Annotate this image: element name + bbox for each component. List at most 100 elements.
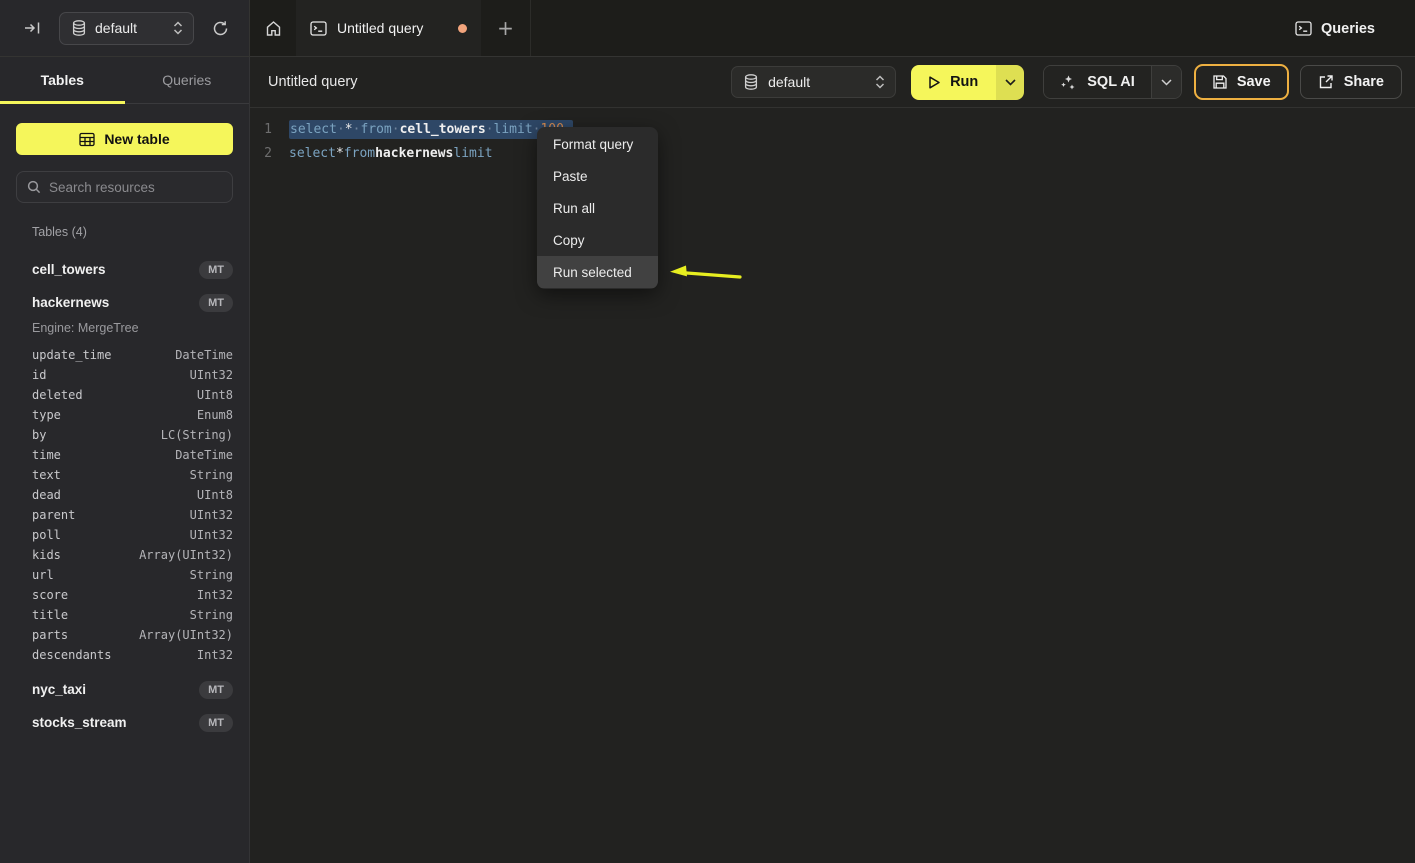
- chevron-updown-icon: [173, 21, 183, 35]
- sparkles-icon: [1060, 74, 1077, 91]
- new-table-button[interactable]: New table: [16, 123, 233, 155]
- save-floppy-icon: [1212, 74, 1228, 90]
- queries-terminal-icon: [1295, 21, 1312, 36]
- new-tab-button[interactable]: +: [497, 18, 514, 38]
- run-options-button[interactable]: [996, 65, 1024, 100]
- table-row-stocks-stream[interactable]: stocks_stream MT: [32, 706, 233, 739]
- column-type: UInt8: [197, 388, 233, 402]
- sql-keyword: limit: [453, 146, 492, 161]
- table-name: hackernews: [32, 295, 199, 310]
- sql-keyword: from: [360, 122, 391, 137]
- code-line-2[interactable]: 2select * from hackernews limit: [250, 141, 1415, 165]
- column-name: update_time: [32, 348, 111, 362]
- refresh-button[interactable]: [208, 16, 233, 41]
- sql-keyword: limit: [494, 122, 533, 137]
- collapse-sidebar-icon: [24, 20, 41, 36]
- query-toolbar: Untitled query default Run: [250, 57, 1415, 108]
- database-icon: [744, 74, 758, 90]
- sql-ai-button[interactable]: SQL AI: [1044, 66, 1151, 98]
- column-type: String: [190, 608, 233, 622]
- search-resources-input[interactable]: [49, 180, 226, 195]
- editor-context-menu: Format query Paste Run all Copy Run sele…: [537, 127, 658, 289]
- whitespace-marker: ·: [337, 122, 345, 137]
- column-row: partsArray(UInt32): [32, 625, 233, 645]
- column-name: by: [32, 428, 46, 442]
- sidebar-tab-tables[interactable]: Tables: [0, 57, 125, 103]
- engine-badge: MT: [199, 261, 233, 279]
- hackernews-columns-list: update_timeDateTime idUInt32 deletedUInt…: [32, 345, 233, 665]
- sql-table-name: cell_towers: [400, 122, 486, 137]
- column-name: title: [32, 608, 68, 622]
- tab-untitled-query[interactable]: Untitled query: [296, 0, 481, 56]
- unsaved-changes-dot: [458, 24, 467, 33]
- queries-panel-button[interactable]: Queries: [1295, 0, 1375, 57]
- play-icon: [927, 75, 941, 90]
- column-name: parent: [32, 508, 75, 522]
- tab-title: Untitled query: [337, 20, 423, 36]
- code-line-1[interactable]: 1select·*·from·cell_towers·limit·100·: [250, 117, 1415, 141]
- column-row: update_time DateTime: [32, 345, 233, 365]
- database-selector-toolbar[interactable]: default: [731, 66, 896, 98]
- sidebar-tab-queries[interactable]: Queries: [125, 57, 250, 103]
- column-row: title String: [32, 605, 233, 625]
- database-selector-top[interactable]: default: [59, 12, 194, 45]
- column-name: url: [32, 568, 54, 582]
- column-name: poll: [32, 528, 61, 542]
- context-menu-run-selected[interactable]: Run selected: [537, 256, 658, 288]
- column-type: LC(String): [161, 428, 233, 442]
- column-row: url String: [32, 565, 233, 585]
- save-label: Save: [1237, 74, 1271, 90]
- column-name: parts: [32, 628, 68, 642]
- database-selector-top-value: default: [95, 20, 164, 36]
- engine-badge: MT: [199, 294, 233, 312]
- whitespace-marker: ·: [392, 122, 400, 137]
- new-tab-zone: +: [481, 0, 531, 56]
- sql-star: *: [336, 146, 344, 161]
- share-icon: [1318, 74, 1334, 90]
- table-name: stocks_stream: [32, 715, 199, 730]
- column-row: typeEnum8: [32, 405, 233, 425]
- column-row: kidsArray(UInt32): [32, 545, 233, 565]
- run-label: Run: [950, 74, 978, 90]
- database-icon: [72, 20, 86, 36]
- table-name: nyc_taxi: [32, 682, 199, 697]
- table-row-hackernews[interactable]: hackernews MT: [32, 286, 233, 319]
- column-type: Enum8: [197, 408, 233, 422]
- sidebar-tabs: Tables Queries: [0, 57, 249, 104]
- run-button[interactable]: Run: [911, 65, 996, 100]
- sql-ai-label: SQL AI: [1087, 74, 1135, 90]
- whitespace-marker: ·: [486, 122, 494, 137]
- refresh-icon: [212, 20, 229, 37]
- context-menu-format-query[interactable]: Format query: [537, 128, 658, 160]
- query-terminal-icon: [310, 21, 327, 36]
- column-name: dead: [32, 488, 61, 502]
- home-tab-button[interactable]: [250, 0, 296, 56]
- run-button-group: Run: [911, 65, 1024, 100]
- sql-editor[interactable]: 1select·*·from·cell_towers·limit·100· 2s…: [250, 109, 1415, 863]
- column-type: UInt32: [190, 368, 233, 382]
- sql-ai-options-button[interactable]: [1151, 66, 1181, 98]
- column-type: UInt32: [190, 508, 233, 522]
- share-button[interactable]: Share: [1300, 65, 1402, 99]
- table-row-nyc-taxi[interactable]: nyc_taxi MT: [32, 673, 233, 706]
- new-table-label: New table: [104, 131, 169, 147]
- context-menu-paste[interactable]: Paste: [537, 160, 658, 192]
- column-name: kids: [32, 548, 61, 562]
- column-name: time: [32, 448, 61, 462]
- context-menu-run-all[interactable]: Run all: [537, 192, 658, 224]
- column-type: String: [190, 568, 233, 582]
- context-menu-copy[interactable]: Copy: [537, 224, 658, 256]
- column-type: Int32: [197, 648, 233, 662]
- column-type: DateTime: [175, 348, 233, 362]
- save-button[interactable]: Save: [1194, 64, 1289, 100]
- sql-keyword: from: [344, 146, 375, 161]
- sidebar: Tables Queries New table Tables (4) cell…: [0, 57, 250, 863]
- app-window: default Untitled query: [0, 0, 1415, 863]
- collapse-sidebar-button[interactable]: [20, 16, 45, 40]
- column-name: id: [32, 368, 46, 382]
- table-engine-label: Engine: MergeTree: [32, 321, 249, 335]
- search-box: [16, 171, 233, 203]
- column-type: Int32: [197, 588, 233, 602]
- table-row-cell-towers[interactable]: cell_towers MT: [32, 253, 233, 286]
- column-type: DateTime: [175, 448, 233, 462]
